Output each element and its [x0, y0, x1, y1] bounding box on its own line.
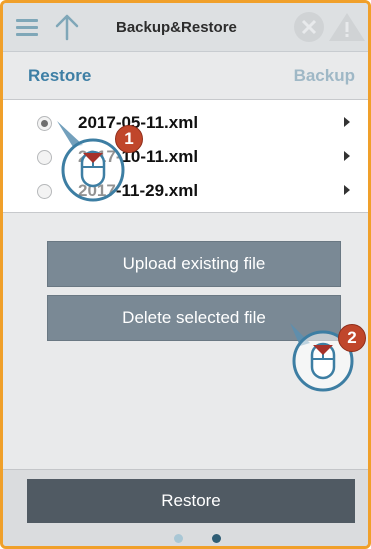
page-dot[interactable] [174, 534, 183, 543]
tab-restore[interactable]: Restore [28, 66, 91, 86]
close-circle-icon [294, 12, 324, 42]
warning-icon [329, 13, 365, 41]
upload-file-button[interactable]: Upload existing file [47, 241, 341, 287]
status-icons [294, 12, 365, 42]
page-dot-active[interactable] [212, 534, 221, 543]
hamburger-menu-icon[interactable] [16, 19, 38, 36]
chevron-right-icon[interactable] [344, 151, 350, 161]
app-frame: Backup&Restore Restore Backup 2017-05-11… [0, 0, 371, 549]
chevron-right-icon[interactable] [344, 185, 350, 195]
tab-backup[interactable]: Backup [294, 66, 355, 86]
callout-badge: 2 [338, 324, 366, 352]
arrow-up-icon[interactable] [53, 13, 81, 41]
footer: Restore [3, 469, 368, 546]
tab-bar: Restore Backup [3, 52, 368, 100]
restore-button[interactable]: Restore [27, 479, 355, 523]
chevron-right-icon[interactable] [344, 117, 350, 127]
callout-2: 2 [288, 321, 368, 411]
page-indicator [3, 534, 368, 546]
callout-badge: 1 [115, 125, 143, 153]
callout-1: 1 [43, 115, 143, 205]
header-bar: Backup&Restore [3, 3, 368, 52]
page-title: Backup&Restore [116, 19, 237, 36]
